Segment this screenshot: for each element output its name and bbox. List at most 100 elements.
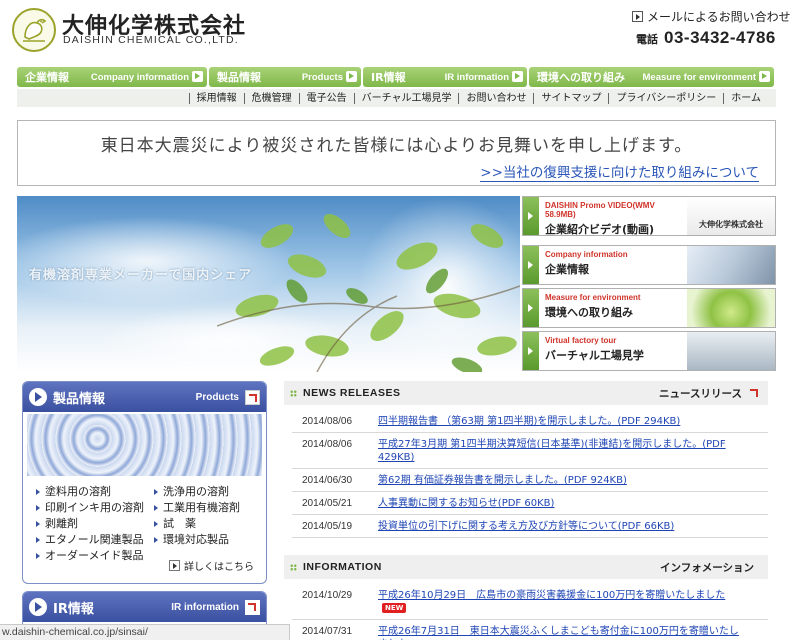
news-title-en: NEWS RELEASES [303, 387, 401, 399]
product-item[interactable]: オーダーメイド製品 [35, 548, 153, 563]
environment-banner[interactable]: Measure for environment 環境への取り組み [522, 288, 776, 328]
product-item[interactable]: 工業用有機溶剤 [153, 500, 263, 515]
subnav-public-notice[interactable]: 電子公告 [298, 92, 354, 104]
banner-label-en: Measure for environment [545, 293, 641, 302]
news-date: 2014/08/06 [302, 439, 353, 450]
product-item[interactable]: 試 薬 [153, 516, 263, 531]
information-title-en: INFORMATION [303, 561, 382, 573]
products-more-link[interactable]: 詳しくはこちら [169, 558, 254, 573]
circle-arrow-icon [29, 598, 47, 616]
product-item[interactable]: 剥離剤 [35, 516, 153, 531]
nav-label-jp: 製品情報 [217, 71, 261, 84]
subnav-sitemap[interactable]: サイトマップ [533, 92, 608, 104]
banner-label-jp: 企業紹介ビデオ(動画) [545, 223, 655, 236]
banner-label-jp: 企業情報 [545, 263, 589, 276]
banner-label-jp: バーチャル工場見学 [545, 349, 644, 362]
dropdown-arrow-icon[interactable] [192, 71, 203, 82]
subnav-risk-management[interactable]: 危機管理 [243, 92, 299, 104]
product-item[interactable]: 洗浄用の溶剤 [153, 484, 263, 499]
information-date: 2014/10/29 [302, 590, 353, 601]
new-badge: NEW [382, 603, 407, 613]
nav-label-en: IR information [444, 71, 509, 83]
products-list: 塗料用の溶剤 洗浄用の溶剤 印刷インキ用の溶剤 工業用有機溶剤 剥離剤 試 薬 … [23, 478, 266, 563]
play-arrow-icon [523, 197, 539, 235]
external-link-icon[interactable] [245, 389, 260, 405]
product-item[interactable]: 印刷インキ用の溶剤 [35, 500, 153, 515]
banner-label-jp: 環境への取り組み [545, 306, 633, 319]
nav-ir-information[interactable]: IR情報 IR information [363, 67, 527, 87]
products-header[interactable]: 製品情報 Products [23, 382, 266, 412]
hero-image: 有機溶剤専業メーカーで国内シェア [17, 196, 520, 372]
nav-label-en: Measure for environment [642, 71, 757, 83]
information-list: 2014/10/29 平成26年10月29日 広島市の豪雨災害義援金に100万円… [292, 584, 768, 640]
nav-label-jp: 環境への取り組み [537, 71, 625, 84]
earthquake-message-banner: 東日本大震災により被災された皆様には心よりお見舞いを申し上げます。 >>当社の復… [17, 120, 776, 186]
news-row: 2014/05/21 人事異動に関するお知らせ(PDF 60KB) [292, 492, 768, 515]
sub-navigation: 採用情報 危機管理 電子公告 バーチャル工場見学 お問い合わせ サイトマップ プ… [17, 89, 776, 107]
nav-company-information[interactable]: 企業情報 Company information [17, 67, 207, 87]
recovery-support-link[interactable]: >>当社の復興支援に向けた取り組みについて [480, 161, 759, 182]
ir-header[interactable]: IR情報 IR information [23, 592, 266, 622]
product-item[interactable]: 環境対応製品 [153, 532, 263, 547]
bird-logo-icon [23, 18, 47, 42]
company-information-banner[interactable]: Company information 企業情報 [522, 245, 776, 285]
circle-arrow-icon [29, 388, 47, 406]
information-title-jp[interactable]: インフォメーション [660, 560, 754, 575]
arrow-right-icon [632, 11, 643, 22]
information-link[interactable]: 平成26年7月31日 東日本大震災ふくしまこども寄付金に100万円を寄贈いたしま… [378, 625, 748, 640]
information-row: 2014/10/29 平成26年10月29日 広島市の豪雨災害義援金に100万円… [292, 584, 768, 620]
news-link[interactable]: 投資単位の引下げに関する考え方及び方針等について(PDF 66KB) [378, 520, 748, 533]
company-name-en: DAISHIN CHEMICAL CO.,LTD. [63, 34, 239, 46]
play-arrow-icon [523, 289, 539, 327]
banner-label-en: Company information [545, 250, 628, 259]
ir-title-jp: IR情報 [53, 601, 94, 617]
news-date: 2014/08/06 [302, 416, 353, 427]
email-contact-label: メールによるお問い合わせ [647, 10, 791, 24]
products-title-en: Products [195, 391, 239, 403]
nav-measure-for-environment[interactable]: 環境への取り組み Measure for environment [529, 67, 774, 87]
subnav-contact[interactable]: お問い合わせ [458, 92, 533, 104]
building-thumbnail [687, 246, 775, 284]
company-logo[interactable] [12, 8, 56, 52]
hero-tagline: 有機溶剤専業メーカーで国内シェア [29, 268, 253, 283]
header: 大伸化学株式会社 DAISHIN CHEMICAL CO.,LTD. メールによ… [0, 0, 797, 66]
product-item[interactable]: エタノール関連製品 [35, 532, 153, 547]
ir-title-en: IR information [171, 601, 239, 613]
information-link[interactable]: 平成26年10月29日 広島市の豪雨災害義援金に100万円を寄贈いたしました NE… [378, 589, 748, 615]
subnav-privacy-policy[interactable]: プライバシーポリシー [608, 92, 723, 104]
nav-label-en: Company information [90, 71, 189, 83]
dropdown-arrow-icon[interactable] [512, 71, 523, 82]
news-title-jp[interactable]: ニュースリリース [659, 386, 742, 401]
news-link[interactable]: 人事異動に関するお知らせ(PDF 60KB) [378, 497, 748, 510]
dropdown-arrow-icon[interactable] [346, 71, 357, 82]
email-contact-link[interactable]: メールによるお問い合わせ [632, 8, 791, 25]
products-more-label: 詳しくはこちら [184, 562, 254, 573]
external-link-icon[interactable] [748, 387, 760, 399]
news-link[interactable]: 平成27年3月期 第1四半期決算短信(日本基準)(非連結)を開示しました。(PD… [378, 438, 748, 464]
nav-products[interactable]: 製品情報 Products [209, 67, 361, 87]
phone-number: 電話 03-3432-4786 [636, 28, 776, 48]
dots-bullet-icon [290, 389, 297, 397]
product-item[interactable]: 塗料用の溶剤 [35, 484, 153, 499]
banner-thumbnail: 大伸化学株式会社 [687, 197, 775, 235]
subnav-virtual-factory-tour[interactable]: バーチャル工場見学 [353, 92, 459, 104]
phone-value: 03-3432-4786 [664, 28, 776, 47]
news-row: 2014/08/06 平成27年3月期 第1四半期決算短信(日本基準)(非連結)… [292, 433, 768, 469]
dropdown-arrow-icon[interactable] [759, 71, 770, 82]
external-link-icon[interactable] [245, 599, 260, 615]
news-link[interactable]: 第62期 有価証券報告書を開示しました。(PDF 924KB) [378, 474, 748, 487]
main-navigation: 企業情報 Company information 製品情報 Products I… [17, 67, 776, 87]
subnav-home[interactable]: ホーム [723, 92, 768, 104]
products-pattern-image [27, 414, 262, 476]
arrow-right-icon [169, 560, 180, 571]
subnav-recruit[interactable]: 採用情報 [188, 92, 244, 104]
factory-thumbnail [687, 332, 775, 370]
news-row: 2014/05/19 投資単位の引下げに関する考え方及び方針等について(PDF … [292, 515, 768, 538]
news-releases-list: 2014/08/06 四半期報告書 （第63期 第1四半期)を開示しました。(P… [292, 410, 768, 538]
phone-label: 電話 [636, 33, 658, 46]
promo-video-banner[interactable]: DAISHIN Promo VIDEO(WMV 58.9MB) 企業紹介ビデオ(… [522, 196, 776, 236]
news-date: 2014/06/30 [302, 475, 353, 486]
virtual-factory-tour-banner[interactable]: Virtual factory tour バーチャル工場見学 [522, 331, 776, 371]
leaves-illustration [217, 214, 520, 372]
news-link[interactable]: 四半期報告書 （第63期 第1四半期)を開示しました。(PDF 294KB) [378, 415, 748, 428]
